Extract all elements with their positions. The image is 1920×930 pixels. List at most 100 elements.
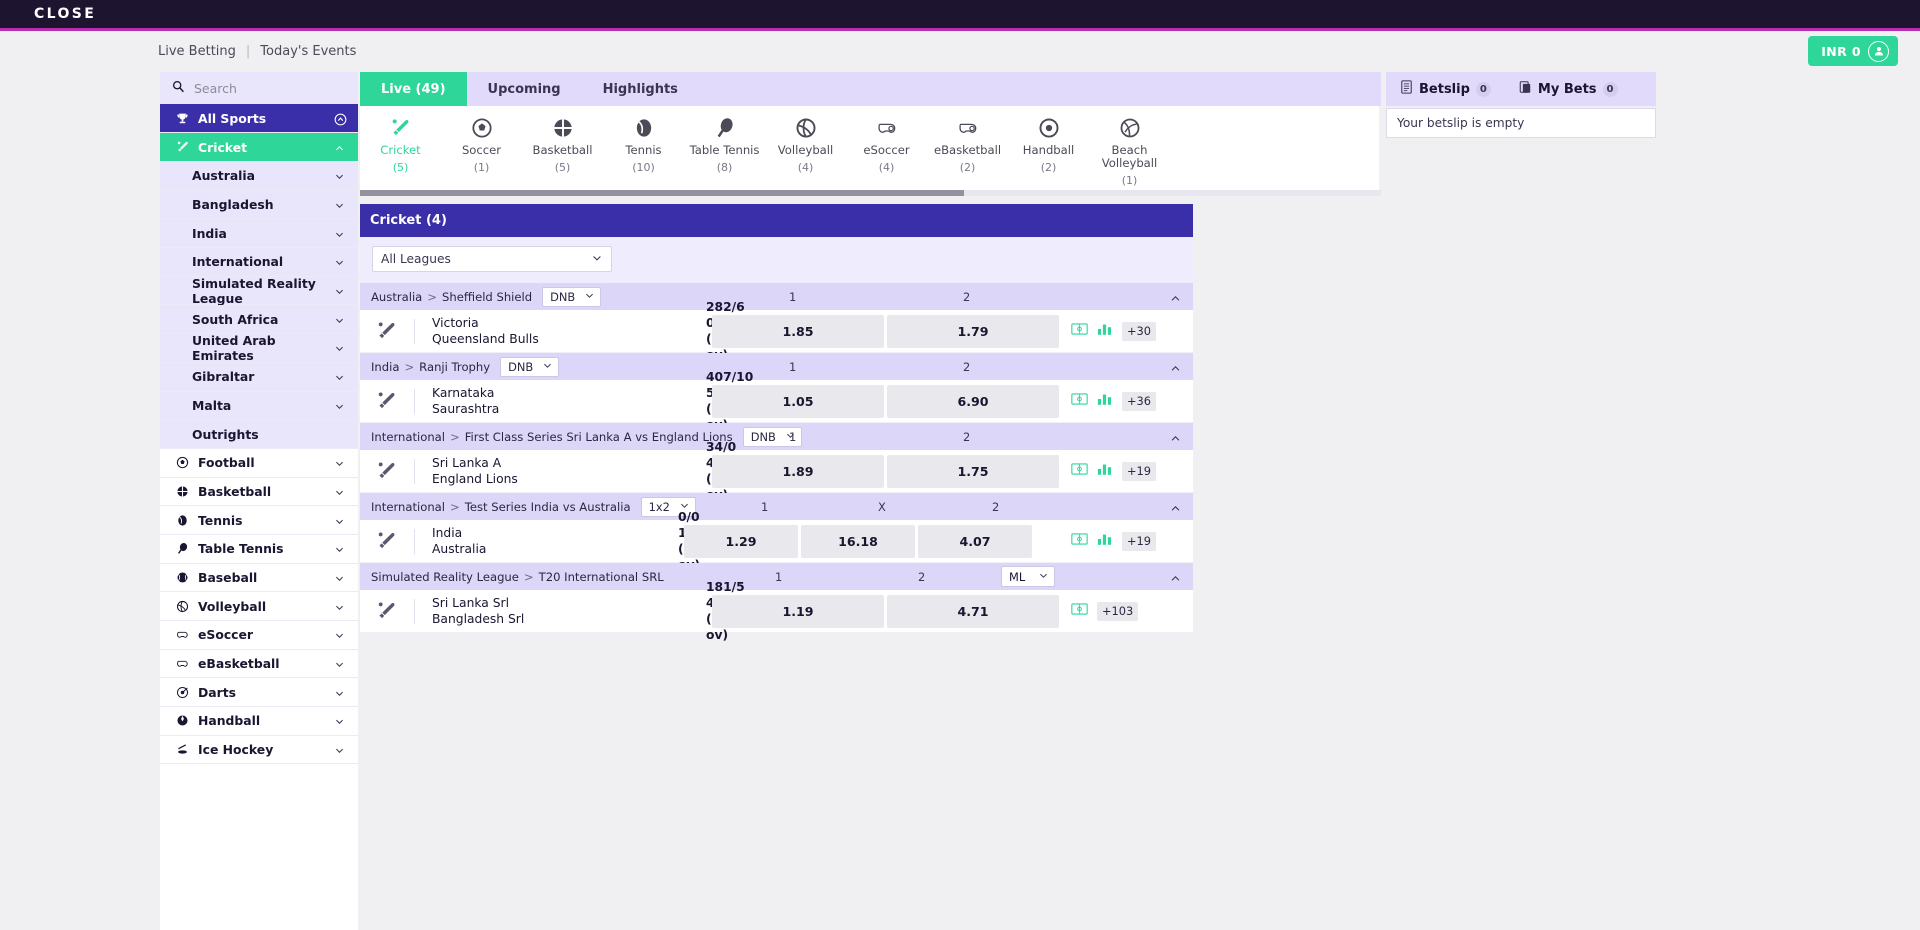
tab-upcoming[interactable]: Upcoming — [467, 72, 582, 106]
tab-live[interactable]: Live (49) — [360, 72, 467, 106]
breadcrumb-live-betting[interactable]: Live Betting — [158, 44, 236, 59]
sidebar-item-baseball[interactable]: Baseball — [160, 563, 358, 593]
market-type-select[interactable]: DNB — [542, 286, 602, 307]
sidebar-region-australia[interactable]: Australia — [160, 162, 358, 191]
statistics-icon[interactable] — [1097, 322, 1113, 340]
sport-nav-handball[interactable]: Handball (2) — [1008, 115, 1089, 174]
sidebar-item-basketball[interactable]: Basketball — [160, 477, 358, 507]
more-markets-badge[interactable]: +30 — [1122, 321, 1157, 341]
tab-highlights[interactable]: Highlights — [582, 72, 699, 106]
statistics-icon[interactable] — [1097, 392, 1113, 410]
sidebar-item-ebasketball[interactable]: eBasketball — [160, 649, 358, 679]
chevron-down-icon[interactable] — [334, 629, 345, 640]
close-button[interactable]: CLOSE — [34, 6, 96, 22]
market-type-select[interactable]: DNB — [500, 356, 560, 377]
market-type-select[interactable]: ML — [1001, 566, 1055, 587]
more-markets-badge[interactable]: +19 — [1122, 531, 1157, 551]
odds-button-x[interactable]: 16.18 — [801, 524, 915, 558]
chevron-down-icon[interactable] — [334, 744, 345, 755]
odds-button-2[interactable]: 1.79 — [887, 314, 1059, 348]
chevron-down-icon[interactable] — [334, 687, 345, 698]
odds-button-2[interactable]: 1.75 — [887, 454, 1059, 488]
sidebar-region-international[interactable]: International — [160, 248, 358, 277]
sidebar-region-malta[interactable]: Malta — [160, 391, 358, 421]
sidebar-region-simulated-reality-league[interactable]: Simulated Reality League — [160, 276, 358, 306]
sport-nav-esoccer[interactable]: eSoccer (4) — [846, 115, 927, 174]
odds-button-2[interactable]: 4.07 — [918, 524, 1032, 558]
sidebar-item-football[interactable]: Football — [160, 448, 358, 478]
chevron-down-icon[interactable] — [334, 457, 345, 468]
odds-button-2[interactable]: 4.71 — [887, 594, 1059, 628]
sport-nav-tennis[interactable]: Tennis (10) — [603, 115, 684, 174]
sidebar-item-esoccer[interactable]: eSoccer — [160, 621, 358, 650]
tab-my-bets[interactable]: My Bets 0 — [1505, 80, 1632, 98]
chevron-down-icon[interactable] — [334, 572, 345, 583]
sport-nav-soccer[interactable]: Soccer (1) — [441, 115, 522, 174]
odds-button-1[interactable]: 1.85 — [712, 314, 884, 348]
sidebar-region-bangladesh[interactable]: Bangladesh — [160, 190, 358, 220]
chevron-down-icon[interactable] — [334, 256, 345, 267]
sport-nav-table-tennis[interactable]: Table Tennis (8) — [684, 115, 765, 174]
odds-button-2[interactable]: 6.90 — [887, 384, 1059, 418]
sport-nav-volleyball[interactable]: Volleyball (4) — [765, 115, 846, 174]
live-pitch-icon[interactable] — [1071, 533, 1088, 549]
sidebar-item-cricket[interactable]: Cricket — [160, 133, 358, 162]
live-pitch-icon[interactable] — [1071, 463, 1088, 479]
chevron-down-icon[interactable] — [334, 314, 345, 325]
tab-betslip[interactable]: Betslip 0 — [1386, 80, 1505, 98]
chevron-down-icon[interactable] — [334, 342, 345, 353]
group-collapse-icon[interactable] — [1170, 572, 1181, 587]
chevron-up-icon[interactable] — [334, 142, 345, 153]
chevron-down-icon[interactable] — [334, 543, 345, 554]
sidebar-item-darts[interactable]: Darts — [160, 678, 358, 708]
group-collapse-icon[interactable] — [1170, 362, 1181, 377]
chevron-down-icon[interactable] — [334, 601, 345, 612]
group-collapse-icon[interactable] — [1170, 502, 1181, 517]
scrollbar-thumb[interactable] — [360, 190, 964, 196]
breadcrumb-todays-events[interactable]: Today's Events — [260, 44, 356, 59]
search-box[interactable] — [160, 72, 358, 104]
chevron-down-icon[interactable] — [334, 285, 345, 296]
league-filter-select[interactable]: All Leagues — [372, 246, 612, 272]
more-markets-badge[interactable]: +103 — [1097, 601, 1139, 621]
account-balance-button[interactable]: INR 0 — [1808, 36, 1898, 66]
odds-button-1[interactable]: 1.05 — [712, 384, 884, 418]
chevron-down-icon[interactable] — [334, 371, 345, 382]
sidebar-item-tennis[interactable]: Tennis — [160, 506, 358, 535]
sidebar-region-gibraltar[interactable]: Gibraltar — [160, 362, 358, 392]
more-markets-badge[interactable]: +36 — [1122, 391, 1157, 411]
odds-button-1[interactable]: 1.29 — [684, 524, 798, 558]
live-pitch-icon[interactable] — [1071, 393, 1088, 409]
more-markets-badge[interactable]: +19 — [1122, 461, 1157, 481]
chevron-down-icon[interactable] — [334, 658, 345, 669]
statistics-icon[interactable] — [1097, 462, 1113, 480]
odds-button-1[interactable]: 1.19 — [712, 594, 884, 628]
chevron-down-icon[interactable] — [334, 715, 345, 726]
chevron-down-icon[interactable] — [334, 515, 345, 526]
sidebar-item-all-sports[interactable]: All Sports — [160, 104, 358, 133]
odds-button-1[interactable]: 1.89 — [712, 454, 884, 488]
live-pitch-icon[interactable] — [1071, 603, 1088, 619]
sidebar-region-outrights[interactable]: Outrights — [160, 420, 358, 449]
chevron-down-icon[interactable] — [334, 170, 345, 181]
search-input[interactable] — [194, 80, 346, 96]
statistics-icon[interactable] — [1097, 532, 1113, 550]
sport-nav-beach-volleyball[interactable]: Beach Volleyball (1) — [1089, 115, 1170, 187]
sports-scrollbar[interactable] — [360, 190, 1381, 196]
collapse-circle-icon[interactable] — [334, 113, 347, 125]
chevron-down-icon[interactable] — [334, 228, 345, 239]
sidebar-region-south-africa[interactable]: South Africa — [160, 305, 358, 335]
sport-nav-cricket[interactable]: Cricket (5) — [360, 115, 441, 174]
sport-nav-ebasketball[interactable]: eBasketball (2) — [927, 115, 1008, 174]
sidebar-item-ice-hockey[interactable]: Ice Hockey — [160, 735, 358, 765]
sidebar-region-india[interactable]: India — [160, 219, 358, 249]
group-collapse-icon[interactable] — [1170, 432, 1181, 447]
chevron-down-icon[interactable] — [334, 486, 345, 497]
sidebar-item-table-tennis[interactable]: Table Tennis — [160, 534, 358, 564]
chevron-down-icon[interactable] — [334, 400, 345, 411]
sidebar-item-handball[interactable]: Handball — [160, 707, 358, 736]
sidebar-item-volleyball[interactable]: Volleyball — [160, 592, 358, 621]
group-collapse-icon[interactable] — [1170, 292, 1181, 307]
sport-nav-basketball[interactable]: Basketball (5) — [522, 115, 603, 174]
chevron-down-icon[interactable] — [334, 199, 345, 210]
